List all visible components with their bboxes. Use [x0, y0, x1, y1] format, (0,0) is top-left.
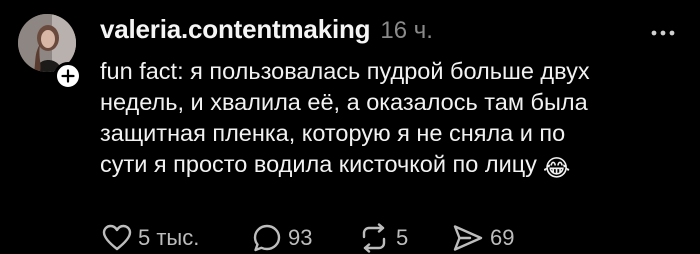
like-button[interactable]: 5 тыс.: [102, 222, 199, 254]
share-button[interactable]: 69: [452, 222, 514, 254]
username[interactable]: valeria.contentmaking: [100, 14, 371, 45]
comment-button[interactable]: 93: [252, 222, 312, 254]
more-options-button[interactable]: [646, 22, 680, 42]
like-count: 5 тыс.: [138, 225, 200, 250]
repost-count: 5: [396, 225, 409, 250]
comment-icon: [252, 223, 282, 253]
post-header: valeria.contentmaking 16 ч.: [100, 14, 433, 45]
repost-icon: [358, 223, 390, 253]
timestamp: 16 ч.: [380, 17, 433, 44]
heart-icon: [102, 224, 132, 252]
post-text-line: сути я просто водила кисточкой по лицу: [100, 151, 537, 177]
post-text-line: недель, и хвалила её, а оказалось там бы…: [100, 89, 588, 115]
post-text-line-last: сути я просто водила кисточкой по лицу 😂: [100, 149, 680, 184]
repost-button[interactable]: 5: [358, 222, 408, 254]
share-count: 69: [490, 225, 515, 250]
comment-count: 93: [288, 225, 313, 250]
post-text-line: fun fact: я пользовалась пудрой больше д…: [100, 58, 590, 84]
plus-icon: [61, 69, 75, 83]
send-icon: [452, 223, 484, 253]
post-text: fun fact: я пользовалась пудрой больше д…: [100, 56, 680, 184]
more-dots-icon: [651, 23, 675, 41]
post-text-line: защитная пленка, которую я не сняла и по: [100, 120, 566, 146]
laughing-emoji: 😂: [542, 155, 571, 181]
thread-post: valeria.contentmaking 16 ч. fun fact: я …: [0, 0, 700, 254]
avatar-container: [18, 14, 82, 90]
follow-button[interactable]: [54, 62, 82, 90]
